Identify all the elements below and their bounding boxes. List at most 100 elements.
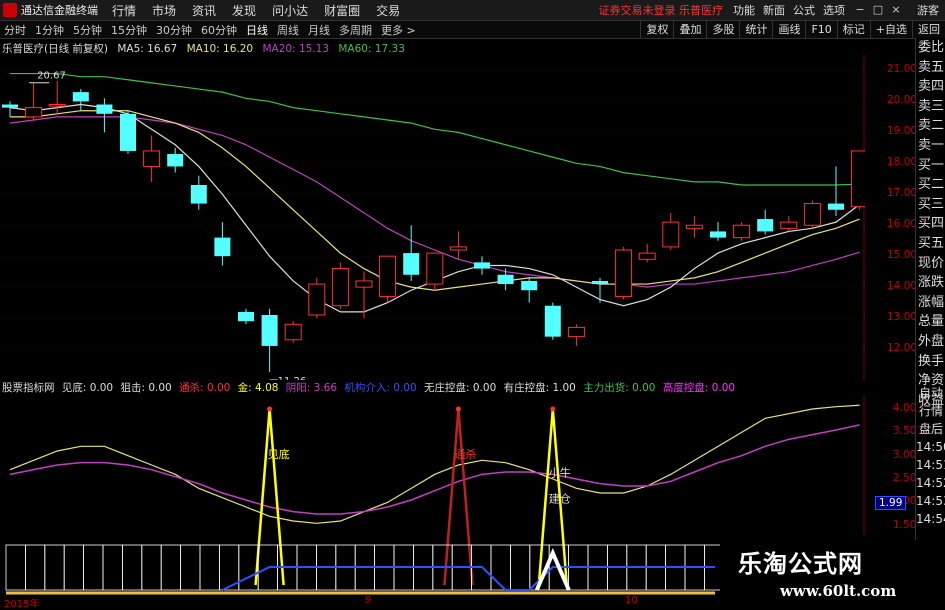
jiandi-label: 见底 [268, 447, 290, 461]
tool-overlay[interactable]: 叠加 [673, 21, 706, 38]
price-axis: 21.00 20.00 19.00 18.00 17.00 16.00 15.00 14.00… [865, 55, 918, 380]
menu-discover[interactable]: 发现 [232, 2, 256, 19]
x-label-2015: 2015年 [4, 599, 40, 610]
signal-box [141, 544, 162, 591]
y-tick-label: 21.00 [887, 63, 918, 76]
quote-panel-item[interactable]: 买四 [916, 214, 945, 234]
minimize-icon[interactable]: − [853, 3, 867, 17]
tool-multi-stock[interactable]: 多股 [706, 21, 739, 38]
period-tick[interactable]: 分时 [4, 22, 26, 38]
close-icon[interactable]: × [889, 3, 903, 17]
tool-draw[interactable]: 画线 [772, 21, 805, 38]
quote-panel-item[interactable]: 卖三 [916, 97, 945, 117]
quote-panel-item[interactable]: 卖五 [916, 58, 945, 78]
tool-f10[interactable]: F10 [805, 21, 836, 38]
ind-yinyang: 阴阳: 3.66 [285, 382, 338, 394]
period-15min[interactable]: 15分钟 [111, 22, 147, 38]
menu-wealth[interactable]: 财富圈 [324, 2, 360, 19]
quote-panel-item[interactable]: 卖一 [916, 136, 945, 156]
time-panel-item: 14:53 [916, 494, 945, 508]
tool-add-watch[interactable]: +自选 [869, 21, 912, 38]
quote-panel-item[interactable]: 卖四 [916, 77, 945, 97]
quote-panel-item[interactable]: 买五 [916, 234, 945, 254]
ind-jin: 金: 4.08 [237, 382, 279, 394]
maximize-icon[interactable]: □ [871, 3, 885, 17]
quote-panel-item[interactable]: 现价 [916, 254, 945, 274]
signal-box [83, 544, 104, 591]
candle-body-down [190, 185, 207, 204]
tool-stats[interactable]: 统计 [739, 21, 772, 38]
time-panel-item: 14:50 [916, 440, 945, 454]
candle-body-down [497, 274, 514, 285]
candle-body-up [638, 252, 656, 260]
time-panel-item[interactable]: 行情 [916, 402, 945, 420]
watermark-url: www.60lt.com [780, 582, 897, 600]
menu-formula[interactable]: 公式 [793, 2, 815, 18]
watermark: 乐淘公式网 www.60lt.com [720, 540, 945, 609]
y-tick-label: 16.00 [887, 218, 918, 231]
menu-news[interactable]: 资讯 [192, 2, 216, 19]
candle-body-up [426, 252, 444, 285]
signal-box [102, 544, 123, 591]
candle-body-up [851, 150, 865, 208]
period-5min[interactable]: 5分钟 [73, 22, 102, 38]
time-panel-item[interactable]: 盘后 [916, 420, 945, 438]
signal-box [180, 544, 201, 591]
signal-box [44, 544, 65, 591]
candle-body-down [167, 154, 184, 167]
quote-panel-item[interactable]: 涨跌 [916, 273, 945, 293]
quote-panel-item[interactable]: 买三 [916, 195, 945, 215]
candle-body-up [143, 150, 161, 167]
indicator-y-tick: 3.00 [893, 448, 917, 461]
candle-body-down [592, 280, 608, 285]
time-panel-item[interactable]: 自动 [916, 384, 945, 402]
signal-box [160, 544, 181, 591]
x-label-10: 10 [625, 595, 638, 606]
title-bar: 通达信金融终端 行情 市场 资讯 发现 问小达 财富圈 交易 证券交易未登录 乐… [0, 0, 945, 21]
quote-panel-item[interactable]: 总量 [916, 312, 945, 332]
candle-body-up [308, 283, 326, 316]
ind-chuhuo: 主力出货: 0.00 [583, 382, 656, 394]
indicator-legend: 股票指标网 见底: 0.00 狙击: 0.00 通杀: 0.00 金: 4.08… [2, 380, 739, 394]
menu-new-page[interactable]: 新面 [763, 2, 785, 18]
quote-panel-item[interactable]: 涨幅 [916, 293, 945, 313]
period-60min[interactable]: 60分钟 [201, 22, 237, 38]
period-more[interactable]: 更多 > [381, 22, 416, 38]
menu-ask[interactable]: 问小达 [272, 2, 308, 19]
signal-box [63, 544, 84, 591]
signal-box [490, 544, 511, 591]
quote-panel-item[interactable]: 外盘 [916, 332, 945, 352]
period-daily[interactable]: 日线 [246, 22, 268, 38]
quote-panel-item[interactable]: 买二 [916, 175, 945, 195]
quote-panel-item[interactable]: 换手 [916, 352, 945, 372]
price-chart[interactable]: 20.6711.26 [0, 55, 865, 380]
quote-panel-item[interactable]: 委比 [916, 38, 945, 58]
menu-trade[interactable]: 交易 [376, 2, 400, 19]
period-1min[interactable]: 1分钟 [35, 22, 64, 38]
menu-options[interactable]: 选项 [823, 2, 845, 18]
time-panel-item: 14:52 [916, 476, 945, 490]
chart-tools: 复权 叠加 多股 统计 画线 F10 标记 +自选 返回 [640, 21, 945, 38]
quote-panel-item[interactable]: 买一 [916, 156, 945, 176]
quote-panel-item[interactable]: 卖二 [916, 116, 945, 136]
ind-youzhuang: 有庄控盘: 1.00 [503, 382, 576, 394]
period-30min[interactable]: 30分钟 [156, 22, 192, 38]
y-tick-label: 15.00 [887, 249, 918, 262]
period-multi[interactable]: 多周期 [339, 22, 372, 38]
y-tick-label: 20.00 [887, 94, 918, 107]
tool-mark[interactable]: 标记 [836, 21, 870, 38]
menu-function[interactable]: 功能 [733, 2, 755, 18]
tool-adjust[interactable]: 复权 [640, 21, 673, 38]
candle-body-down [238, 311, 254, 322]
indicator-name[interactable]: 股票指标网 [2, 382, 55, 394]
guest-label[interactable]: 游客 [917, 2, 939, 18]
high-price-label: 20.67 [37, 71, 66, 82]
period-monthly[interactable]: 月线 [308, 22, 330, 38]
period-weekly[interactable]: 周线 [277, 22, 299, 38]
y-tick-label: 14.00 [887, 280, 918, 293]
control-step-line [221, 566, 715, 591]
tool-back[interactable]: 返回 [912, 21, 945, 38]
tongsha-label: 通杀 [454, 447, 476, 461]
menu-market[interactable]: 市场 [152, 2, 176, 19]
menu-quotes[interactable]: 行情 [112, 2, 136, 19]
